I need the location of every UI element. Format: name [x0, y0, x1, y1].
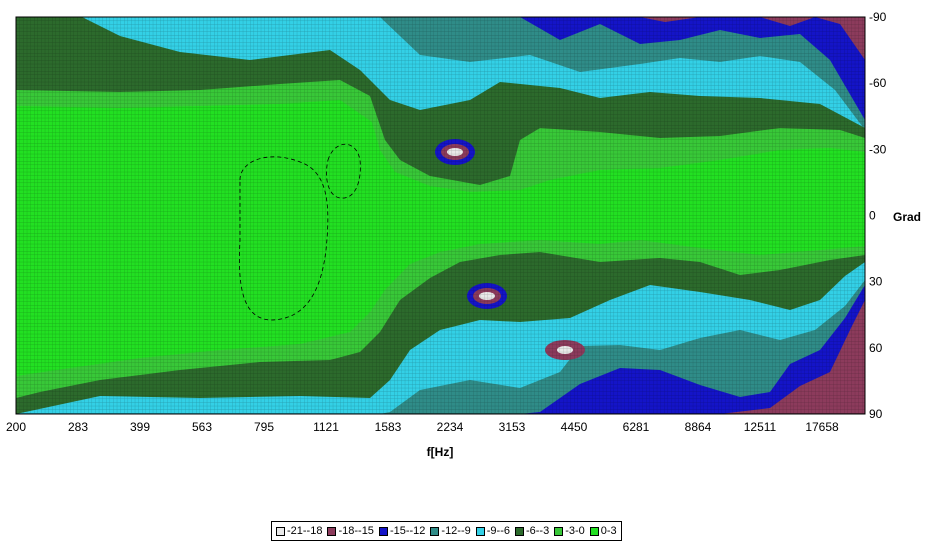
x-tick-label: 17658 — [805, 420, 839, 434]
x-tick-label: 1583 — [375, 420, 402, 434]
contour-chart: 200 283 399 563 795 1121 1583 2234 3153 4450 6281 8… — [6, 10, 921, 459]
legend-label: 0-3 — [600, 525, 617, 537]
legend-swatch — [327, 526, 337, 536]
legend-item: -21--18 — [276, 525, 322, 537]
legend-item: -9--6 — [475, 525, 510, 537]
legend-item: -3-0 — [554, 525, 585, 537]
y-tick-label: -90 — [869, 10, 887, 24]
x-axis-title: f[Hz] — [427, 445, 454, 459]
legend-swatch — [514, 526, 524, 536]
y-tick-label: -30 — [869, 142, 887, 156]
legend-swatch — [475, 526, 485, 536]
legend-label: -3-0 — [565, 525, 585, 537]
x-tick-label: 283 — [68, 420, 88, 434]
legend-label: -21--18 — [287, 525, 323, 537]
grid-overlay — [16, 17, 865, 414]
y-axis-title: Grad — [893, 210, 921, 224]
x-tick-label: 563 — [192, 420, 212, 434]
y-axis-ticks: -90 -60 -30 0 30 60 90 — [869, 10, 887, 421]
legend: -21--18 -18--15 -15--12 -12--9 -9--6 -6--3 -3-… — [271, 521, 622, 541]
legend-label: -9--6 — [486, 525, 510, 537]
legend-label: -18--15 — [338, 525, 374, 537]
legend-swatch — [589, 526, 599, 536]
y-tick-label: 90 — [869, 407, 883, 421]
x-tick-label: 3153 — [499, 420, 526, 434]
x-tick-label: 6281 — [623, 420, 650, 434]
x-tick-label: 200 — [6, 420, 26, 434]
x-axis-ticks: 200 283 399 563 795 1121 1583 2234 3153 4450 6281 8… — [6, 420, 839, 434]
x-tick-label: 399 — [130, 420, 150, 434]
legend-swatch — [276, 526, 285, 536]
legend-item: -18--15 — [327, 525, 374, 537]
legend-label: -6--3 — [525, 525, 550, 537]
legend-label: -15--12 — [389, 525, 426, 537]
y-tick-label: 0 — [869, 209, 876, 223]
x-tick-label: 12511 — [744, 420, 777, 434]
x-tick-label: 795 — [254, 420, 274, 434]
plot-area — [16, 17, 865, 414]
x-tick-label: 4450 — [561, 420, 588, 434]
legend-item: -12--9 — [430, 525, 471, 537]
x-tick-label: 1121 — [313, 420, 339, 434]
y-tick-label: 60 — [869, 341, 883, 355]
legend-swatch — [378, 526, 388, 536]
legend-swatch — [554, 526, 564, 536]
legend-item: -6--3 — [514, 525, 550, 537]
legend-label: -12--9 — [441, 525, 471, 537]
x-tick-label: 8864 — [685, 420, 712, 434]
legend-item: 0-3 — [589, 525, 617, 537]
y-tick-label: 30 — [869, 275, 883, 289]
legend-swatch — [430, 526, 440, 536]
x-tick-label: 2234 — [437, 420, 464, 434]
legend-item: -15--12 — [378, 525, 426, 537]
y-tick-label: -60 — [869, 76, 887, 90]
